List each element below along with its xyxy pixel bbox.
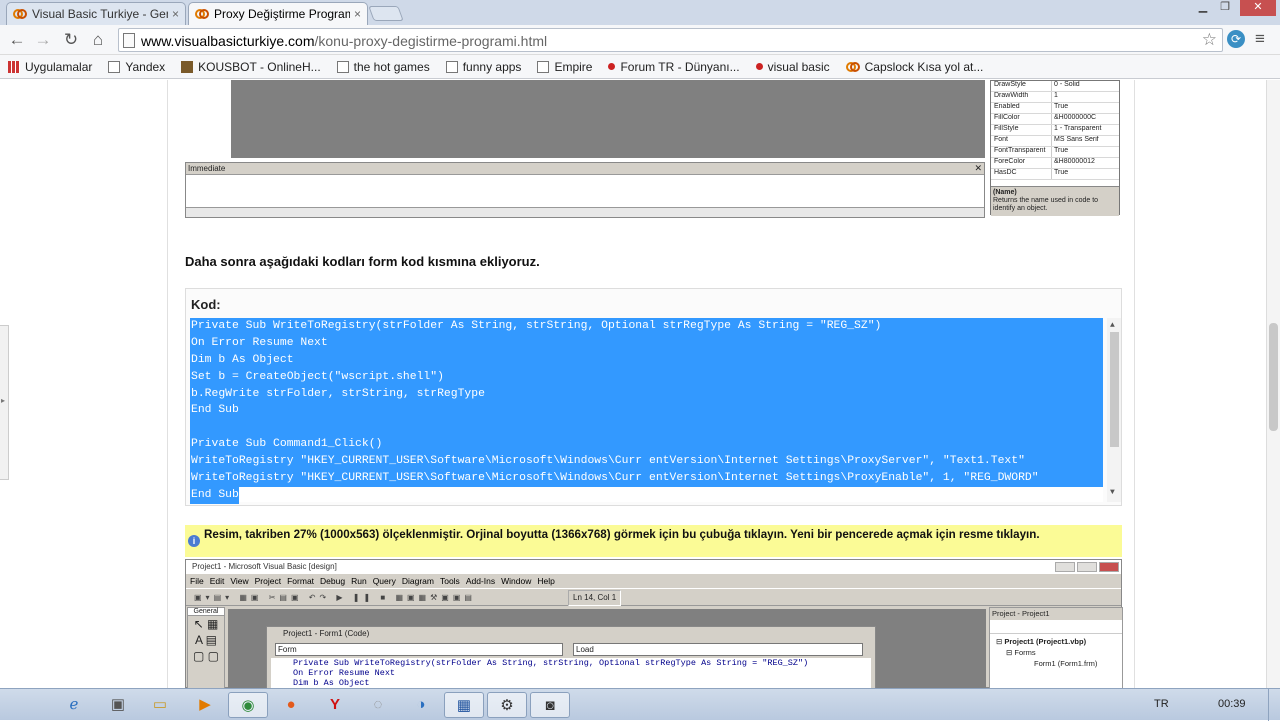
code-line: WriteToRegistry "HKEY_CURRENT_USER\Softw… bbox=[190, 470, 1103, 487]
tab-strip: Visual Basic Turkiye - Gen × Proxy Değiş… bbox=[0, 0, 1280, 25]
bookmark-empire[interactable]: Empire bbox=[537, 60, 592, 74]
code-line: Set b = CreateObject("wscript.shell") bbox=[190, 368, 1103, 386]
tab-title: Visual Basic Turkiye - Gen bbox=[32, 7, 168, 21]
ie-icon[interactable]: ℯ bbox=[54, 692, 94, 718]
scroll-thumb[interactable] bbox=[1269, 323, 1278, 431]
immediate-title: Immediate bbox=[186, 163, 984, 175]
code-line: Dim b As Object bbox=[190, 351, 1103, 369]
image-resize-notice[interactable]: i Resim, takriben 27% (1000x563) ölçekle… bbox=[185, 525, 1122, 557]
code-block: Kod: Private Sub WriteToRegistry(strFold… bbox=[185, 288, 1122, 506]
back-icon[interactable]: ← bbox=[6, 29, 28, 51]
page-content: ▸ Immediate ✕ DrawStyle 0 - Solid DrawWid… bbox=[0, 80, 1280, 688]
app-icon[interactable]: ◌ bbox=[358, 692, 398, 718]
page-icon bbox=[445, 60, 458, 73]
browser-toolbar: ← → ↻ ⌂ www.visualbasicturkiye.com/konu-… bbox=[0, 25, 1280, 55]
chrome-icon[interactable]: ◉ bbox=[228, 692, 268, 718]
firefox-icon[interactable]: ● bbox=[271, 692, 311, 718]
tab-proxy-degistirme[interactable]: Proxy Değiştirme Program × bbox=[188, 2, 368, 25]
bookmark-star-icon[interactable]: ☆ bbox=[1202, 30, 1217, 50]
article-heading: Daha sonra aşağıdaki kodları form kod kı… bbox=[185, 254, 540, 269]
scroll-down-icon[interactable]: ▼ bbox=[1110, 485, 1115, 502]
maximize-icon[interactable]: ❐ bbox=[1214, 0, 1236, 16]
immediate-scrollbar bbox=[186, 207, 984, 217]
vb-title: Project1 - Microsoft Visual Basic [desig… bbox=[186, 560, 1121, 574]
property-description: (Name) Returns the name used in code to i… bbox=[991, 186, 1119, 216]
media-player-icon[interactable]: ▶ bbox=[185, 692, 225, 718]
folder-icon[interactable]: ▭ bbox=[140, 692, 180, 718]
vb-form-area bbox=[231, 80, 985, 158]
kousbot-icon bbox=[181, 60, 194, 73]
page-icon bbox=[336, 60, 349, 73]
close-window-icon[interactable]: ✕ bbox=[1240, 0, 1276, 16]
immediate-window: Immediate ✕ bbox=[185, 162, 985, 218]
bookmark-apps[interactable]: Uygulamalar bbox=[8, 60, 92, 74]
bookmark-hot-games[interactable]: the hot games bbox=[336, 60, 430, 74]
new-tab-button[interactable] bbox=[368, 6, 404, 21]
reload-icon[interactable]: ↻ bbox=[60, 29, 82, 51]
camera-icon[interactable]: ◙ bbox=[530, 692, 570, 718]
page-icon bbox=[108, 60, 121, 73]
vb-ide-screenshot[interactable]: Project1 - Microsoft Visual Basic [desig… bbox=[185, 559, 1123, 688]
clock[interactable]: 00:39 bbox=[1218, 698, 1246, 710]
code-line: End Sub bbox=[190, 402, 1103, 420]
tab-title: Proxy Değiştirme Program bbox=[214, 7, 350, 21]
visual-basic-icon[interactable]: ▦ bbox=[444, 692, 484, 718]
bookmark-visual-basic[interactable]: visual basic bbox=[755, 60, 830, 74]
bookmark-capslock[interactable]: Capslock Kısa yol at... bbox=[845, 60, 983, 74]
vb-menu: File Edit View Project Format Debug Run Query Di… bbox=[190, 576, 555, 586]
close-icon: ✕ bbox=[974, 163, 982, 173]
code-line: Private Sub Command1_Click() bbox=[190, 436, 1103, 454]
site-favicon-icon bbox=[195, 9, 209, 19]
bookmark-yandex[interactable]: Yandex bbox=[108, 60, 165, 74]
language-indicator[interactable]: TR bbox=[1154, 698, 1169, 710]
vb-project-explorer: Project - Project1 ⊟ Project1 (Project1.… bbox=[989, 607, 1123, 688]
code-line: b.RegWrite strFolder, strString, strRegT… bbox=[190, 385, 1103, 403]
library-icon[interactable]: ▣ bbox=[98, 692, 138, 718]
yandex-icon[interactable]: Y bbox=[315, 692, 355, 718]
menu-icon[interactable]: ≡ bbox=[1255, 29, 1265, 49]
app-icon[interactable]: ◑ bbox=[401, 692, 441, 718]
side-panel-toggle[interactable]: ▸ bbox=[0, 325, 9, 480]
windows-taskbar: ℯ ▣ ▭ ▶ ◉ ● Y ◌ ◑ ▦ ⚙ ◙ TR 00:39 bbox=[0, 688, 1280, 721]
url-text: www.visualbasicturkiye.com/konu-proxy-de… bbox=[141, 33, 548, 49]
site-favicon-icon bbox=[13, 9, 27, 19]
minimize-icon[interactable]: ▁ bbox=[1192, 0, 1214, 16]
scroll-thumb[interactable] bbox=[1110, 332, 1119, 447]
apps-grid-icon bbox=[8, 60, 20, 73]
bookmarks-bar: Uygulamalar Yandex KOUSBOT - OnlineH... … bbox=[0, 55, 1280, 79]
code-line: End Sub bbox=[190, 486, 239, 504]
right-margin bbox=[1134, 80, 1266, 688]
code-line: WriteToRegistry "HKEY_CURRENT_USER\Softw… bbox=[190, 453, 1103, 471]
properties-grid: DrawStyle 0 - Solid DrawWidth 1 Enabled Tru… bbox=[990, 80, 1120, 216]
left-margin bbox=[0, 80, 168, 688]
code-content[interactable]: Private Sub WriteToRegistry(strFolder As… bbox=[190, 318, 1121, 504]
bookmark-kousbot[interactable]: KOUSBOT - OnlineH... bbox=[181, 60, 321, 74]
site-favicon-icon bbox=[845, 61, 860, 72]
vb-code-window: Project1 - Form1 (Code) Form Load Privat… bbox=[266, 626, 876, 688]
code-label: Kod: bbox=[191, 297, 221, 312]
page-icon bbox=[537, 60, 550, 73]
tab-visual-basic-turkiye[interactable]: Visual Basic Turkiye - Gen × bbox=[6, 2, 186, 25]
forum-icon bbox=[755, 63, 763, 70]
forward-icon[interactable]: → bbox=[32, 29, 54, 51]
close-tab-icon[interactable]: × bbox=[354, 7, 361, 21]
address-bar[interactable]: www.visualbasicturkiye.com/konu-proxy-de… bbox=[118, 28, 1223, 52]
bookmark-forum-tr[interactable]: Forum TR - Dünyanı... bbox=[608, 60, 740, 74]
vb-toolbar: ▣▾▤▾ ▦▣ ✂▤▣ ↶↷ ▶ ❚❚ ■ ▦▣▦⚒▣▣▤ Ln 14, Col… bbox=[186, 588, 1121, 606]
show-desktop-button[interactable] bbox=[1268, 689, 1280, 721]
code-line: Private Sub WriteToRegistry(strFolder As… bbox=[190, 318, 1103, 335]
home-icon[interactable]: ⌂ bbox=[87, 29, 109, 51]
code-line bbox=[190, 419, 1103, 437]
close-tab-icon[interactable]: × bbox=[172, 7, 179, 21]
extension-icon[interactable]: ⟳ bbox=[1227, 30, 1245, 48]
page-icon bbox=[123, 33, 135, 48]
info-icon: i bbox=[188, 535, 200, 547]
vb-toolbox: General ↖ ▦ A ▤ ▢ ▢ bbox=[187, 607, 225, 688]
app-icon[interactable]: ⚙ bbox=[487, 692, 527, 718]
page-scrollbar[interactable] bbox=[1266, 80, 1280, 688]
code-scrollbar[interactable]: ▲ ▼ bbox=[1107, 318, 1121, 502]
bookmark-funny-apps[interactable]: funny apps bbox=[445, 60, 521, 74]
forum-icon bbox=[608, 63, 616, 70]
code-line: On Error Resume Next bbox=[190, 334, 1103, 352]
